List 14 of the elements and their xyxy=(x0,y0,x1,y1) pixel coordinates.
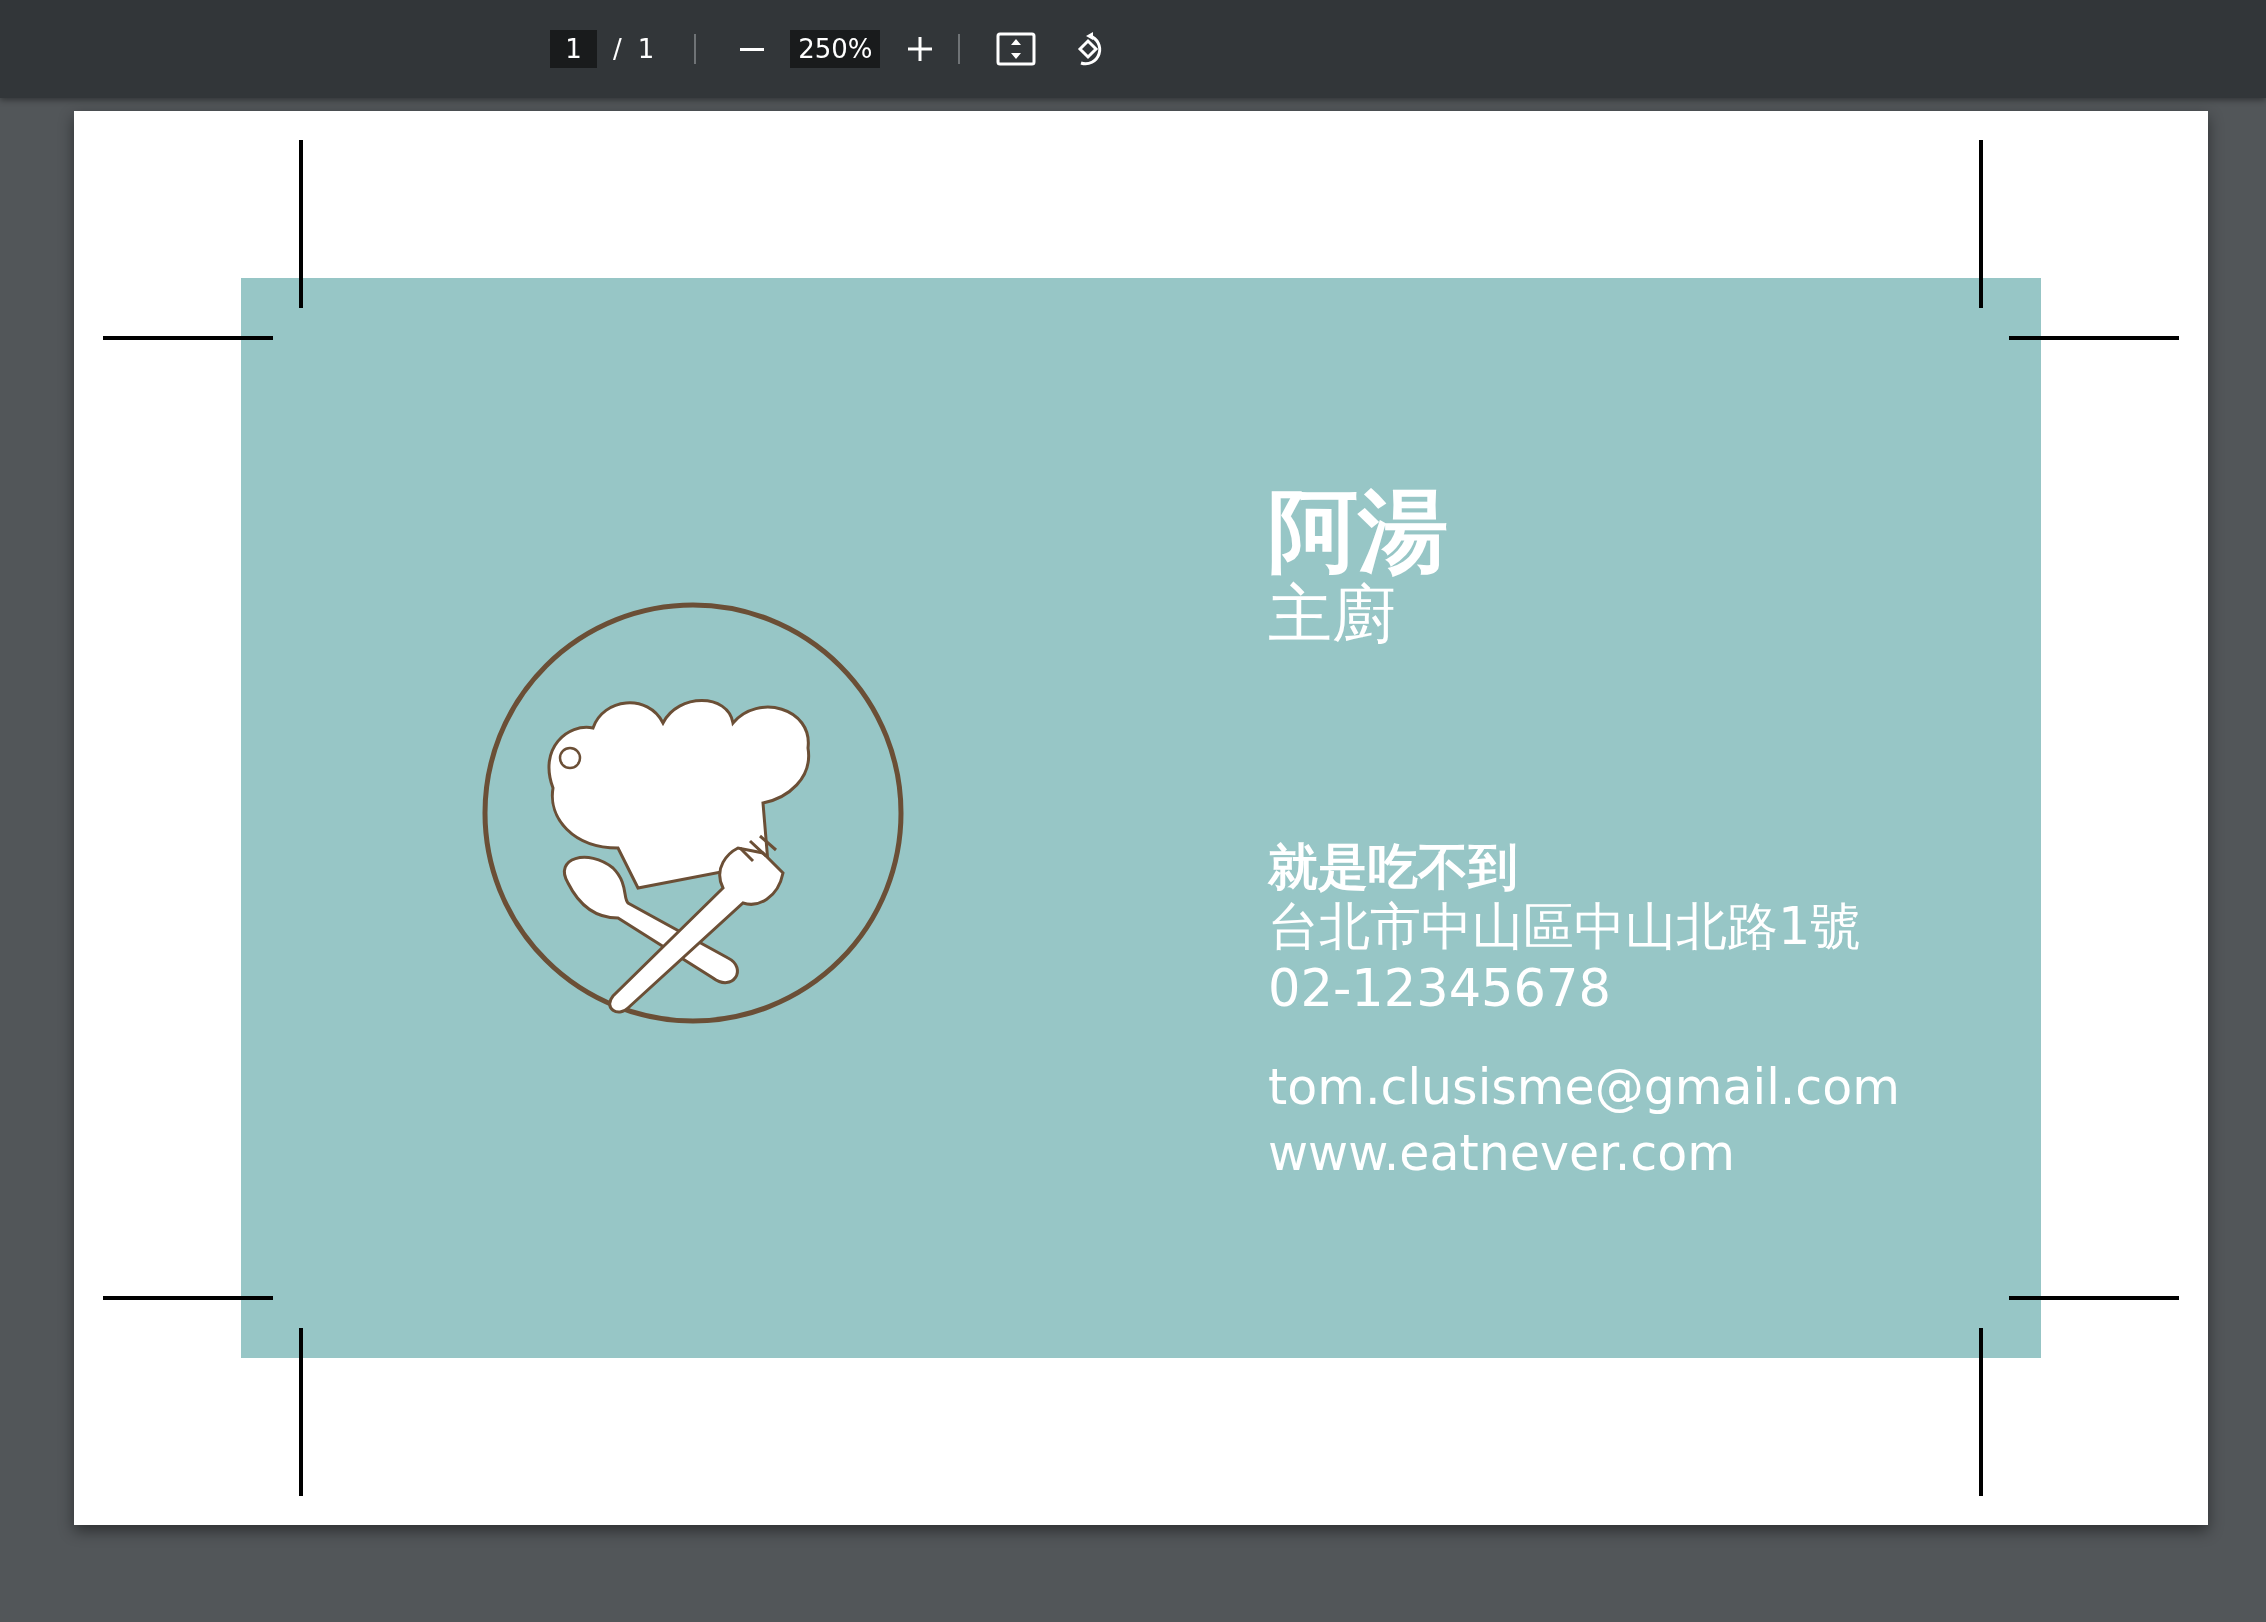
page-count: 1 xyxy=(637,34,655,64)
fit-page-icon xyxy=(996,32,1037,66)
plus-icon xyxy=(906,35,935,63)
minus-icon xyxy=(740,47,765,51)
person-name: 阿湯 xyxy=(1268,484,1449,579)
page-number-field[interactable]: 1 xyxy=(550,30,597,68)
job-title: 主廚 xyxy=(1268,578,1396,649)
zoom-field[interactable]: 250% xyxy=(790,30,881,68)
phone-text: 02-12345678 xyxy=(1268,957,1612,1019)
page-separator: / xyxy=(613,34,622,64)
email-text: tom.clusisme@gmail.com xyxy=(1268,1057,1901,1118)
address-text: 台北市中山區中山北路1號 xyxy=(1268,896,1863,958)
website-text: www.eatnever.com xyxy=(1268,1123,1736,1184)
company-name: 就是吃不到 xyxy=(1268,838,1519,897)
